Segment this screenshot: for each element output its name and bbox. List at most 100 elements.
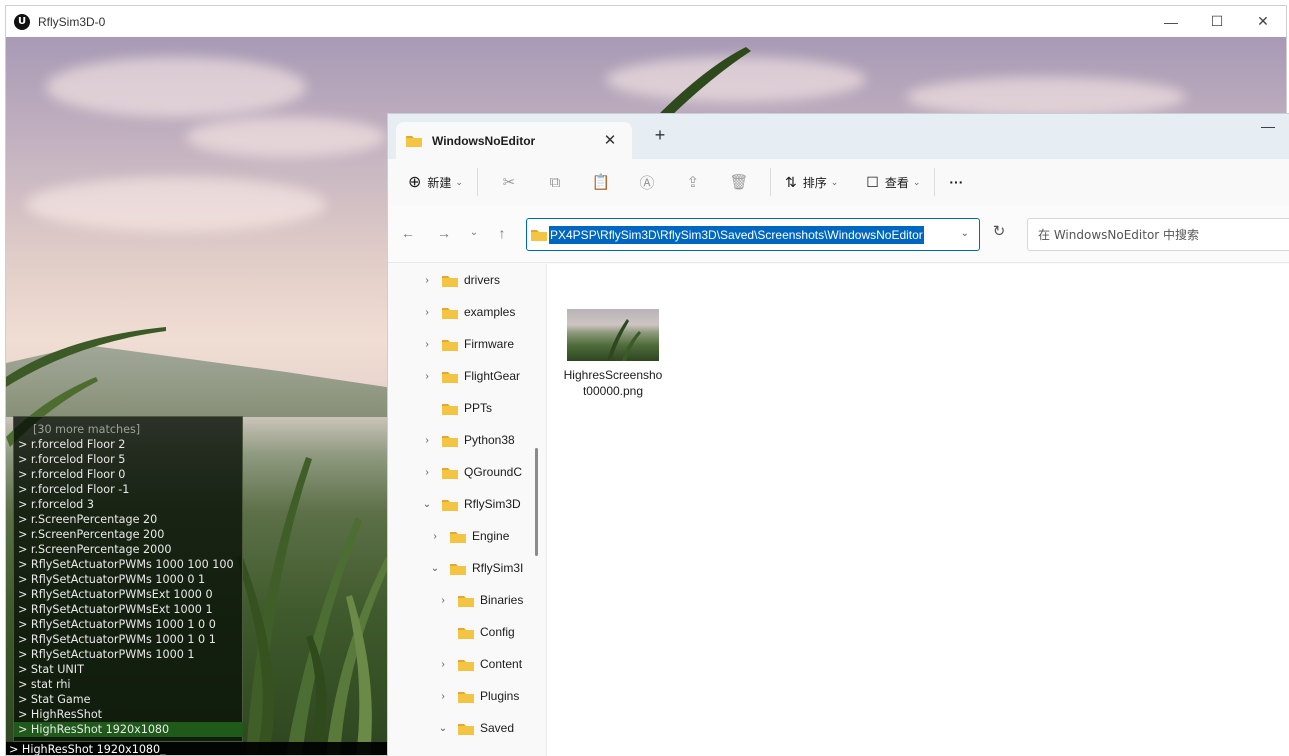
tree-item-python38[interactable]: › Python38	[420, 424, 514, 456]
console-suggestion[interactable]: > RflySetActuatorPWMs 1000 100 100	[18, 557, 242, 572]
console-suggestion[interactable]: > RflySetActuatorPWMsExt 1000 1	[18, 602, 242, 617]
view-icon: ☐	[866, 173, 879, 190]
tab-close-icon[interactable]: ✕	[600, 131, 620, 149]
chevron-right-icon[interactable]: ›	[436, 595, 450, 606]
tree-item-label: drivers	[464, 273, 501, 287]
sort-button[interactable]: ⇅ 排序 ⌄	[779, 167, 844, 197]
cut-button[interactable]: ✂	[486, 167, 532, 197]
tree-item-content[interactable]: › Content	[436, 648, 522, 680]
navigation-pane[interactable]: › drivers › examples › Firmware › FlightGear PPT…	[388, 264, 546, 756]
rename-button[interactable]: Ⓐ	[624, 167, 670, 197]
toolbar-divider	[769, 168, 771, 196]
console-suggestion[interactable]: > RflySetActuatorPWMs 1000 1 0 1	[18, 632, 242, 647]
tree-item-config[interactable]: Config	[436, 616, 515, 648]
new-button[interactable]: ⊕ 新建 ⌄	[402, 167, 469, 197]
view-button-label: 查看	[884, 175, 909, 190]
tree-item-label: Config	[480, 625, 515, 639]
console-suggestion[interactable]: > r.forcelod 3	[18, 497, 242, 512]
console-suggestion[interactable]: > r.ScreenPercentage 20	[18, 512, 242, 527]
console-suggestion[interactable]: > Stat UNIT	[18, 662, 242, 677]
tree-item-firmware[interactable]: › Firmware	[420, 328, 514, 360]
chevron-down-icon[interactable]: ⌄	[428, 563, 442, 574]
more-options-button[interactable]: ···	[943, 167, 969, 197]
tree-item-engine[interactable]: › Engine	[428, 520, 509, 552]
chevron-right-icon[interactable]: ›	[428, 531, 442, 542]
tree-item-label: RflySim3I	[472, 561, 524, 575]
folder-icon	[442, 274, 458, 287]
explorer-tab[interactable]: WindowsNoEditor ✕	[396, 122, 632, 159]
tree-item-saved[interactable]: ⌄ Saved	[436, 712, 514, 744]
console-suggestion[interactable]: > RflySetActuatorPWMs 1000 1 0 0	[18, 617, 242, 632]
console-suggestion[interactable]: > RflySetActuatorPWMs 1000 0 1	[18, 572, 242, 587]
search-box[interactable]	[1027, 218, 1289, 251]
chevron-right-icon[interactable]: ›	[420, 275, 434, 286]
delete-button[interactable]: 🗑	[716, 167, 762, 197]
tree-item-label: Binaries	[480, 593, 524, 607]
game-close-button[interactable]: ✕	[1240, 6, 1286, 37]
console-suggestion[interactable]: > Stat Game	[18, 692, 242, 707]
tree-item-examples[interactable]: › examples	[420, 296, 515, 328]
tree-item-qgroundc[interactable]: › QGroundC	[420, 456, 522, 488]
tree-item-plugins[interactable]: › Plugins	[436, 680, 519, 712]
tree-item-rflysim3d[interactable]: ⌄ RflySim3D	[420, 488, 521, 520]
console-suggestion[interactable]: > r.forcelod Floor 5	[18, 452, 242, 467]
tree-item-label: Engine	[472, 529, 510, 543]
console-suggestion[interactable]: > HighResShot	[18, 707, 242, 722]
console-suggestion[interactable]: > r.forcelod Floor 2	[18, 437, 242, 452]
search-input[interactable]	[1028, 219, 1289, 250]
address-path[interactable]: PX4PSP\RflySim3D\RflySim3D\Saved\Screens…	[549, 225, 924, 244]
folder-icon	[458, 594, 474, 607]
console-suggestion[interactable]: > stat rhi	[18, 677, 242, 692]
console-autocomplete-panel[interactable]: [30 more matches] > r.forcelod Floor 2 > r…	[13, 416, 243, 742]
console-suggestion[interactable]: > r.ScreenPercentage 2000	[18, 542, 242, 557]
console-input[interactable]: > HighResShot 1920x1080_	[6, 742, 388, 755]
chevron-right-icon[interactable]: ›	[420, 435, 434, 446]
chevron-down-icon[interactable]: ⌄	[436, 723, 450, 734]
game-titlebar[interactable]: U RflySim3D-0 — ☐ ✕	[6, 6, 1286, 37]
console-suggestion[interactable]: > RflySetActuatorPWMs 1000 1	[18, 647, 242, 662]
sort-icon: ⇅	[784, 173, 797, 190]
tree-item-flightgear[interactable]: › FlightGear	[420, 360, 520, 392]
chevron-right-icon[interactable]: ›	[436, 659, 450, 670]
tree-item-label: QGroundC	[464, 465, 523, 479]
tree-item-binaries[interactable]: › Binaries	[436, 584, 523, 616]
nav-pane-scrollbar[interactable]	[535, 448, 538, 556]
game-minimize-button[interactable]: —	[1148, 6, 1194, 37]
tree-item-label: examples	[464, 305, 516, 319]
file-list-area[interactable]: HighresScreenshot00000.png	[547, 264, 1289, 756]
folder-icon	[442, 338, 458, 351]
tree-item-ppts[interactable]: PPTs	[420, 392, 492, 424]
address-bar[interactable]: PX4PSP\RflySim3D\RflySim3D\Saved\Screens…	[526, 218, 980, 251]
new-tab-button[interactable]: +	[650, 125, 670, 146]
share-button[interactable]: ⇪	[670, 167, 716, 197]
console-suggestion[interactable]: > r.ScreenPercentage 200	[18, 527, 242, 542]
forward-button[interactable]: →	[434, 225, 454, 241]
view-button[interactable]: ☐ 查看 ⌄	[860, 167, 926, 197]
game-maximize-button[interactable]: ☐	[1194, 6, 1240, 37]
explorer-minimize-button[interactable]: —	[1261, 118, 1275, 134]
chevron-right-icon[interactable]: ›	[436, 691, 450, 702]
console-suggestion[interactable]: > RflySetActuatorPWMsExt 1000 0	[18, 587, 242, 602]
tree-item-rflysim3i[interactable]: ⌄ RflySim3I	[428, 552, 524, 584]
file-item[interactable]: HighresScreenshot00000.png	[563, 309, 663, 399]
chevron-down-icon: ⌄	[455, 176, 463, 187]
tree-item-drivers[interactable]: › drivers	[420, 264, 500, 296]
recent-locations-button[interactable]: ⌄	[464, 227, 484, 238]
refresh-button[interactable]: ↻	[988, 222, 1010, 240]
chevron-down-icon[interactable]: ⌄	[420, 499, 434, 510]
console-suggestion[interactable]: > r.forcelod Floor -1	[18, 482, 242, 497]
back-button[interactable]: ←	[398, 225, 418, 241]
copy-button[interactable]: ⧉	[532, 167, 578, 197]
folder-icon	[531, 228, 547, 241]
console-suggestion[interactable]: > HighResShot 1920x1080	[14, 722, 243, 737]
tree-item-label: Saved	[480, 721, 515, 735]
chevron-right-icon[interactable]: ›	[420, 339, 434, 350]
chevron-right-icon[interactable]: ›	[420, 371, 434, 382]
chevron-right-icon[interactable]: ›	[420, 467, 434, 478]
folder-icon	[458, 722, 474, 735]
console-suggestion[interactable]: > r.forcelod Floor 0	[18, 467, 242, 482]
chevron-down-icon[interactable]: ⌄	[961, 228, 969, 239]
chevron-right-icon[interactable]: ›	[420, 307, 434, 318]
paste-button[interactable]: 📋	[578, 167, 624, 197]
up-button[interactable]: ↑	[492, 225, 512, 241]
